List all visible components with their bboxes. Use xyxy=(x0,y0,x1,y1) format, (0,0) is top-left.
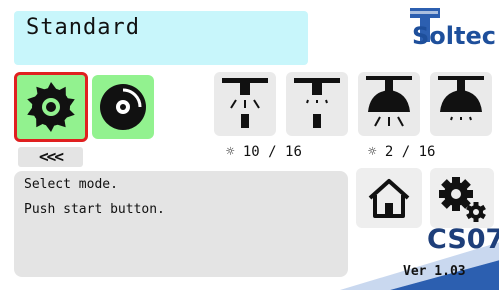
gear-icon xyxy=(439,177,486,222)
disc-mode-button[interactable] xyxy=(92,75,154,139)
message-line: Push start button. xyxy=(24,202,165,217)
light-b-count: 2 / 16 xyxy=(384,144,436,160)
model-name: CS07 xyxy=(427,224,499,255)
spot-light-icon xyxy=(222,78,268,128)
light-a-count: 10 / 16 xyxy=(242,144,302,160)
mode-title: Standard xyxy=(26,15,140,40)
spot-light-icon xyxy=(294,78,340,128)
lamp-b2-button[interactable] xyxy=(430,72,492,136)
lamp-icon xyxy=(366,76,412,127)
settings-button[interactable] xyxy=(430,168,494,228)
light-a-readout: ☼ 10 / 16 xyxy=(226,144,302,160)
soltec-logo: Soltec xyxy=(404,5,496,63)
disc-icon xyxy=(100,84,146,130)
spot-light-a1-button[interactable] xyxy=(214,72,276,136)
light-b-readout: ☼ 2 / 16 xyxy=(368,144,435,160)
back-button[interactable]: <<< xyxy=(18,147,83,167)
home-button[interactable] xyxy=(356,168,422,228)
lamp-icon xyxy=(438,76,484,121)
saw-mode-button[interactable] xyxy=(14,72,88,142)
spot-light-a2-button[interactable] xyxy=(286,72,348,136)
version-label: Ver 1.03 xyxy=(403,264,466,279)
lamp-b1-button[interactable] xyxy=(358,72,420,136)
message-line: Select mode. xyxy=(24,177,118,192)
bulb-icon: ☼ xyxy=(226,144,235,160)
saw-blade-icon xyxy=(27,82,75,132)
mode-title-bar: Standard xyxy=(14,11,308,65)
logo-text: Soltec xyxy=(412,22,496,50)
home-icon xyxy=(368,179,410,218)
bulb-icon: ☼ xyxy=(368,144,377,160)
